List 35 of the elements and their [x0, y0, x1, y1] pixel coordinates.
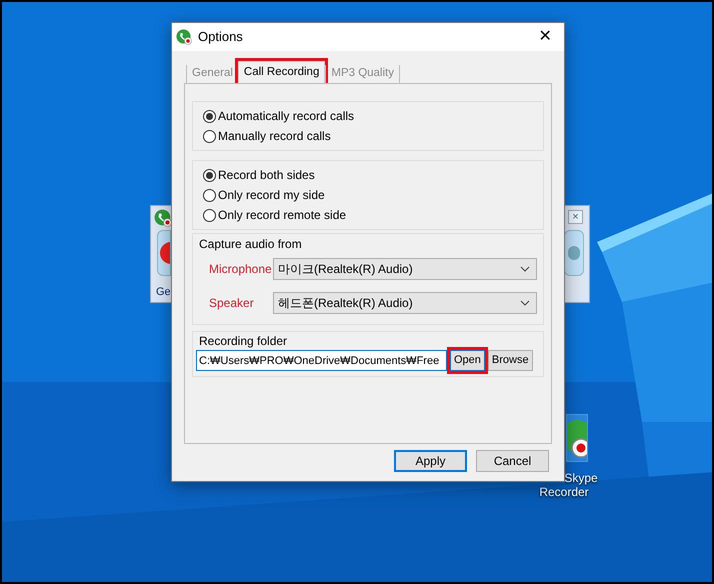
folder-path-field[interactable]: C:₩Users₩PRO₩OneDrive₩Documents₩Free: [196, 350, 447, 371]
dialog-button[interactable]: Apply: [394, 450, 467, 472]
radio-label: Manually record calls: [218, 128, 331, 145]
radio-button[interactable]: [203, 130, 216, 142]
phone-record-icon: [154, 209, 172, 227]
radio-label: Automatically record calls: [218, 108, 354, 125]
group-title: Recording folder: [198, 333, 288, 350]
radio-button[interactable]: [203, 110, 216, 122]
desktop-icon-label: Recorder: [539, 485, 589, 499]
close-button[interactable]: ✕: [530, 26, 560, 48]
chevron-down-icon: [520, 300, 530, 306]
radio-label: Record both sides: [218, 167, 315, 184]
device-dropdown[interactable]: 헤드폰(Realtek(R) Audio): [273, 292, 537, 314]
record-button-icon[interactable]: [157, 230, 171, 276]
radio-button[interactable]: [203, 168, 216, 182]
desktop-icon-label: Skype: [563, 471, 598, 485]
tab[interactable]: Call Recording: [238, 61, 326, 83]
folder-button[interactable]: Open: [450, 350, 485, 371]
dialog-button[interactable]: Cancel: [476, 450, 549, 472]
radio-button[interactable]: [203, 188, 216, 202]
window-title: Options: [198, 28, 243, 46]
window-label: Ge: [156, 285, 171, 300]
device-label: Speaker: [209, 295, 255, 312]
close-button[interactable]: ×: [568, 210, 583, 224]
radio-button[interactable]: [203, 208, 216, 222]
radio-label: Only record remote side: [218, 207, 346, 224]
desktop-app-icon[interactable]: [566, 414, 588, 462]
radio-label: Only record my side: [218, 187, 325, 204]
device-label: Microphone: [209, 261, 273, 278]
chevron-down-icon: [520, 266, 530, 272]
folder-button[interactable]: Browse: [488, 350, 533, 371]
side-panel-icon: [564, 230, 584, 276]
group-title: Capture audio from: [199, 236, 303, 253]
phone-record-icon: [176, 29, 192, 45]
device-dropdown[interactable]: 마이크(Realtek(R) Audio): [273, 258, 537, 280]
